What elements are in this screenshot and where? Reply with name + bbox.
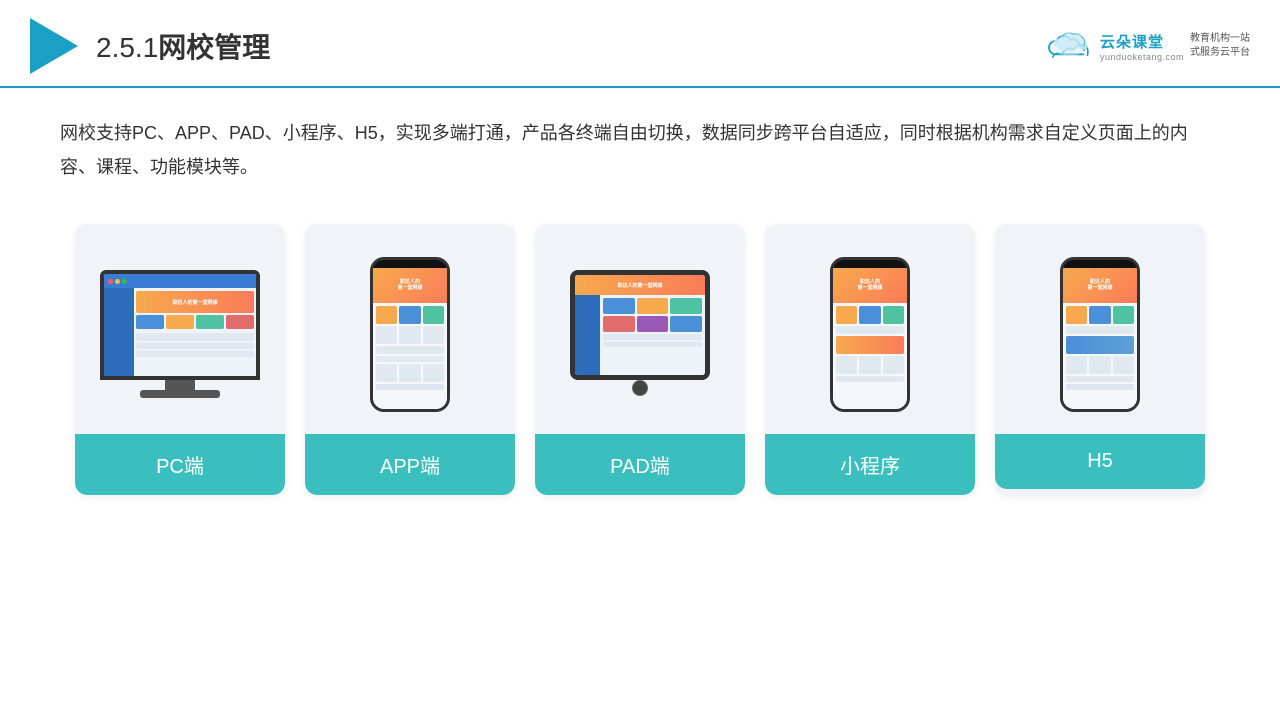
card-app-label: APP端 [305, 434, 515, 495]
h5-phone-notch [1088, 260, 1113, 268]
header-left: 2.5.1网校管理 [30, 18, 270, 74]
mini-phone-body: 职达人的第一堂网课 [830, 257, 910, 412]
h5-phone-body: 职达人的第一堂网课 [1060, 257, 1140, 412]
phone-notch [398, 260, 423, 268]
pad-body: 职达人的第一堂网课 [570, 270, 710, 380]
brand-slogan: 教育机构一站 式服务云平台 [1190, 32, 1250, 60]
pad-screen: 职达人的第一堂网课 [575, 275, 705, 375]
phone-body: 职达人的第一堂网课 [370, 257, 450, 412]
card-pc-label: PC端 [75, 434, 285, 495]
h5-phone-screen: 职达人的第一堂网课 [1063, 268, 1137, 409]
h5-device-mock: 职达人的第一堂网课 [1060, 257, 1140, 412]
card-app: 职达人的第一堂网课 [305, 224, 515, 495]
card-mini-program: 职达人的第一堂网课 [765, 224, 975, 495]
description-text: 网校支持PC、APP、PAD、小程序、H5，实现多端打通，产品各终端自由切换，数… [0, 88, 1280, 204]
cards-container: 职达人的第一堂网课 [0, 214, 1280, 525]
h5-phone-content [1063, 303, 1137, 409]
card-mini-program-label: 小程序 [765, 434, 975, 495]
pc-screen: 职达人的第一堂网课 [104, 274, 256, 376]
card-pc-image: 职达人的第一堂网课 [75, 224, 285, 434]
pad-device-mock: 职达人的第一堂网课 [570, 270, 710, 398]
mini-phone-screen: 职达人的第一堂网课 [833, 268, 907, 409]
card-h5: 职达人的第一堂网课 [995, 224, 1205, 495]
pc-monitor: 职达人的第一堂网课 [100, 270, 260, 380]
card-h5-image: 职达人的第一堂网课 [995, 224, 1205, 434]
mini-phone-content [833, 303, 907, 409]
pc-screen-body: 职达人的第一堂网课 [104, 288, 256, 376]
brand-text: 云朵课堂 yunduoketang.com [1100, 31, 1184, 62]
h5-phone-banner: 职达人的第一堂网课 [1063, 268, 1137, 303]
page-header: 2.5.1网校管理 云朵课堂 yunduoketang.com 教育机构一站 式… [0, 0, 1280, 88]
pad-screen-body [575, 295, 705, 375]
brand-logo: 云朵课堂 yunduoketang.com 教育机构一站 式服务云平台 [1044, 27, 1250, 65]
header-right: 云朵课堂 yunduoketang.com 教育机构一站 式服务云平台 [1044, 27, 1250, 65]
card-pad-label: PAD端 [535, 434, 745, 495]
card-mini-program-image: 职达人的第一堂网课 [765, 224, 975, 434]
card-app-image: 职达人的第一堂网课 [305, 224, 515, 434]
phone-content [373, 303, 447, 409]
app-device-mock: 职达人的第一堂网课 [370, 257, 450, 412]
page-title: 2.5.1网校管理 [96, 26, 270, 66]
phone-screen: 职达人的第一堂网课 [373, 268, 447, 409]
card-pad-image: 职达人的第一堂网课 [535, 224, 745, 434]
card-pad: 职达人的第一堂网课 [535, 224, 745, 495]
mini-phone-banner: 职达人的第一堂网课 [833, 268, 907, 303]
mini-program-device-mock: 职达人的第一堂网课 [830, 257, 910, 412]
pad-home-button [632, 380, 648, 396]
phone-banner: 职达人的第一堂网课 [373, 268, 447, 303]
card-h5-label: H5 [995, 434, 1205, 489]
pc-device-mock: 职达人的第一堂网课 [100, 270, 260, 398]
card-pc: 职达人的第一堂网课 [75, 224, 285, 495]
cloud-icon [1044, 27, 1094, 65]
logo-triangle-icon [30, 18, 78, 74]
mini-phone-notch [858, 260, 883, 268]
pad-screen-top: 职达人的第一堂网课 [575, 275, 705, 295]
pc-screen-header [104, 274, 256, 288]
